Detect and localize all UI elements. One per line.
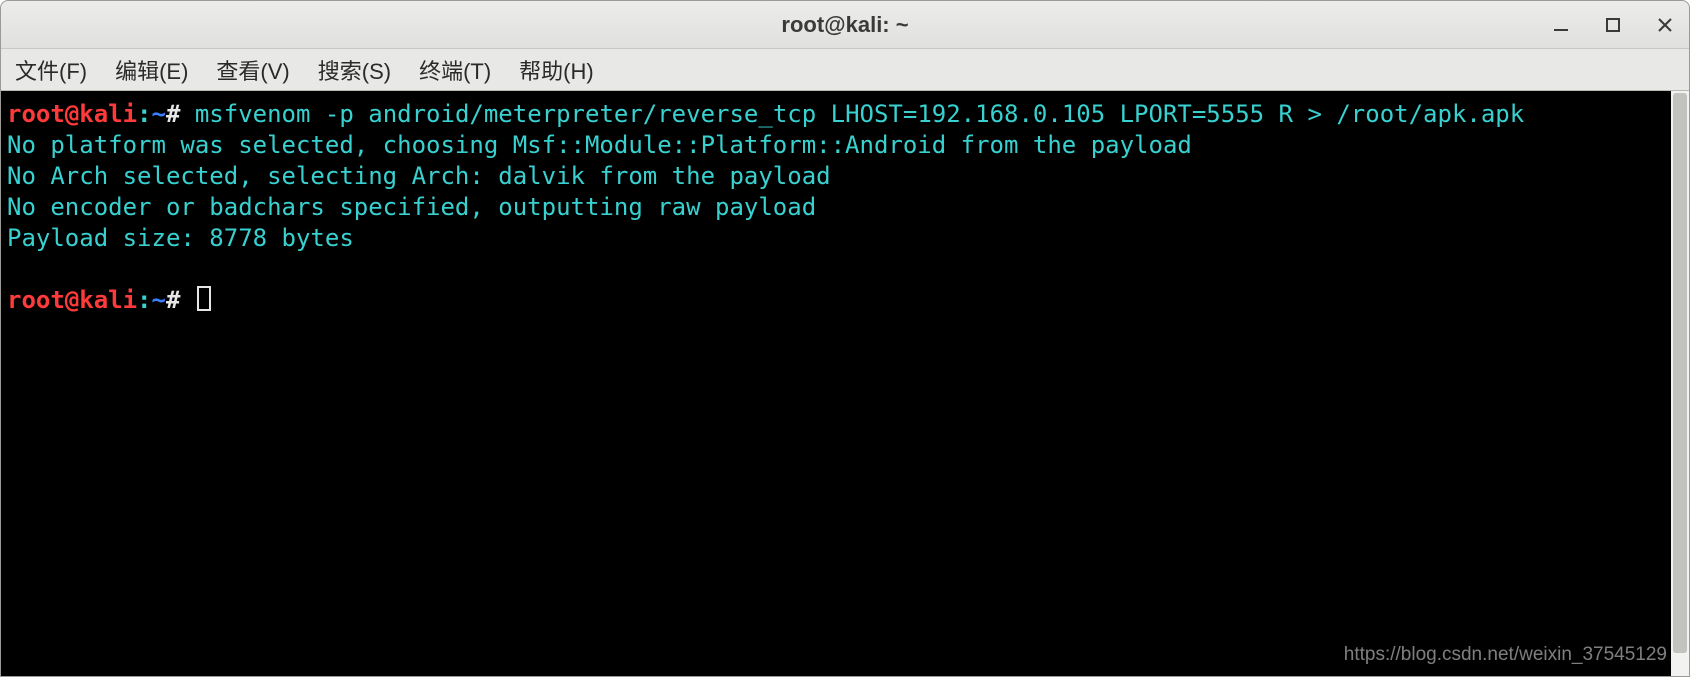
menu-edit[interactable]: 编辑(E) — [115, 54, 188, 86]
prompt-user: root — [7, 100, 65, 128]
cursor — [197, 286, 211, 311]
maximize-icon — [1604, 16, 1622, 34]
menu-view[interactable]: 查看(V) — [216, 54, 289, 86]
menubar: 文件(F) 编辑(E) 查看(V) 搜索(S) 终端(T) 帮助(H) — [1, 49, 1689, 91]
prompt-path: ~ — [152, 100, 166, 128]
window-title: root@kali: ~ — [781, 12, 908, 38]
menu-help[interactable]: 帮助(H) — [519, 54, 594, 86]
scrollbar[interactable] — [1671, 91, 1689, 676]
output-line: No Arch selected, selecting Arch: dalvik… — [7, 162, 831, 190]
prompt-user: root — [7, 286, 65, 314]
menu-terminal[interactable]: 终端(T) — [419, 54, 491, 86]
prompt-hash: # — [166, 100, 180, 128]
window-controls — [1549, 1, 1677, 49]
menu-search[interactable]: 搜索(S) — [318, 54, 391, 86]
watermark: https://blog.csdn.net/weixin_37545129 — [1344, 639, 1667, 670]
close-button[interactable] — [1653, 13, 1677, 37]
terminal-window: root@kali: ~ 文件(F) 编辑(E) 查看(V) 搜索(S) 终端(… — [0, 0, 1690, 677]
prompt-path: ~ — [152, 286, 166, 314]
prompt-at: @ — [65, 100, 79, 128]
minimize-icon — [1552, 16, 1570, 34]
maximize-button[interactable] — [1601, 13, 1625, 37]
prompt-colon: : — [137, 100, 151, 128]
scrollbar-thumb[interactable] — [1673, 93, 1687, 653]
minimize-button[interactable] — [1549, 13, 1573, 37]
prompt-at: @ — [65, 286, 79, 314]
prompt-host: kali — [79, 100, 137, 128]
terminal-area[interactable]: root@kali:~# msfvenom -p android/meterpr… — [1, 91, 1689, 676]
menu-file[interactable]: 文件(F) — [15, 54, 87, 86]
output-line: No platform was selected, choosing Msf::… — [7, 131, 1192, 159]
prompt-colon: : — [137, 286, 151, 314]
output-line: Payload size: 8778 bytes — [7, 224, 354, 252]
output-line: No encoder or badchars specified, output… — [7, 193, 816, 221]
command-text: msfvenom -p android/meterpreter/reverse_… — [195, 100, 1524, 128]
titlebar: root@kali: ~ — [1, 1, 1689, 49]
prompt-hash: # — [166, 286, 180, 314]
close-icon — [1656, 16, 1674, 34]
prompt-host: kali — [79, 286, 137, 314]
